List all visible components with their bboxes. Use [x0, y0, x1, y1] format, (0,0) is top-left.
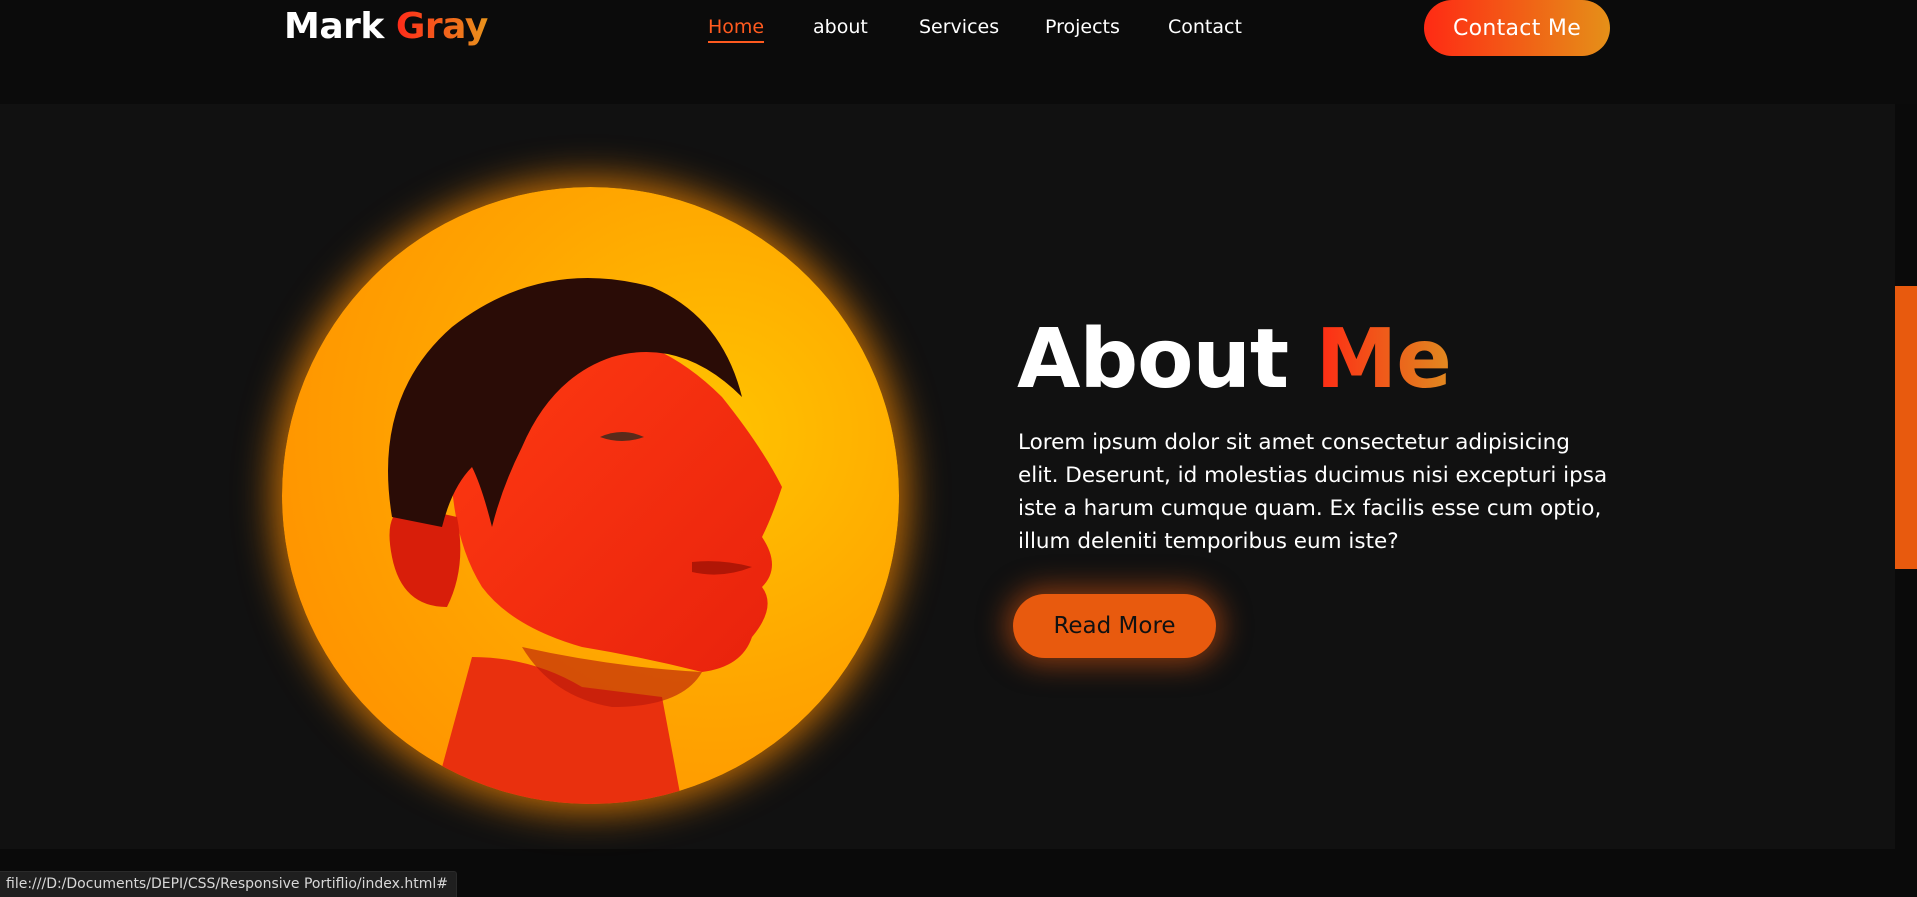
nav-item-home[interactable]: Home [708, 16, 765, 43]
site-logo[interactable]: Mark Gray [284, 6, 488, 47]
about-description: Lorem ipsum dolor sit amet consectetur a… [1018, 430, 1608, 554]
logo-main-text: Mark [284, 6, 384, 47]
nav-item-contact[interactable]: Contact [1168, 16, 1242, 38]
about-heading-accent: Me [1315, 312, 1452, 407]
about-section: About Me Lorem ipsum dolor sit amet cons… [0, 104, 1895, 849]
logo-accent-text: Gray [395, 6, 488, 47]
nav-item-services[interactable]: Services [919, 16, 999, 38]
portrait-photo [282, 187, 899, 804]
scrollbar-thumb[interactable] [1895, 286, 1917, 569]
portrait-illustration [388, 278, 782, 804]
nav-item-projects[interactable]: Projects [1045, 16, 1120, 38]
contact-me-button[interactable]: Contact Me [1424, 0, 1610, 56]
about-heading: About Me [1017, 319, 1452, 401]
browser-status-url: file:///D:/Documents/DEPI/CSS/Responsive… [0, 871, 457, 897]
nav-item-about[interactable]: about [813, 16, 868, 38]
site-header: Mark Gray Home about Services Projects C… [0, 0, 1917, 104]
about-heading-main: About [1017, 312, 1289, 407]
read-more-button[interactable]: Read More [1013, 594, 1216, 658]
